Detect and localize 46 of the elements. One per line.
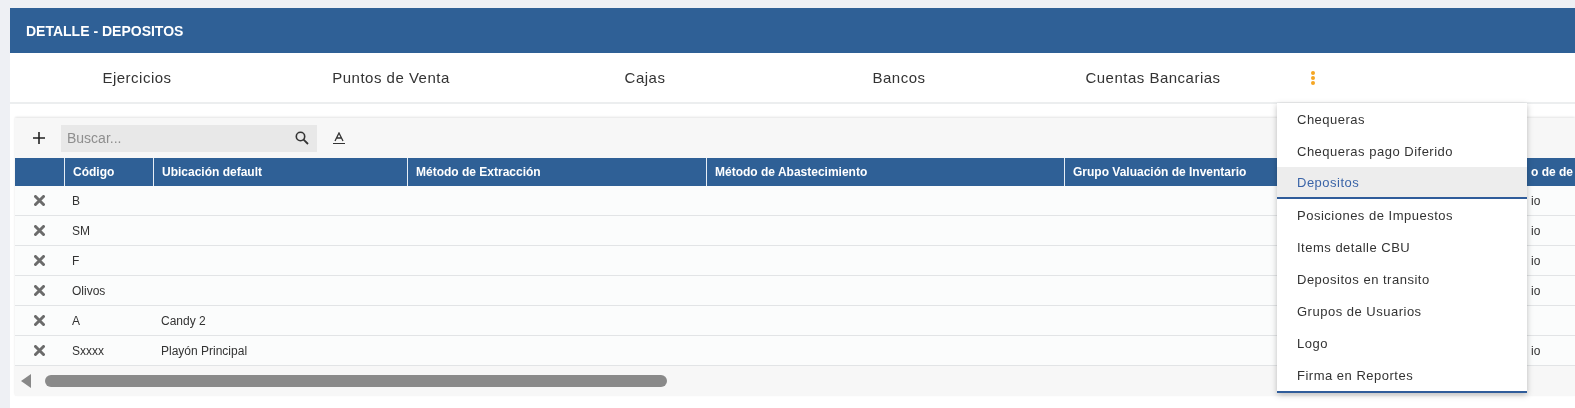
- menu-item[interactable]: Chequeras: [1277, 103, 1527, 135]
- tab[interactable]: Puntos de Venta: [264, 53, 518, 102]
- window-title: DETALLE - DEPOSITOS: [26, 22, 184, 39]
- table-cell: A: [72, 313, 80, 328]
- table-cell: Sxxxx: [72, 343, 104, 358]
- tab[interactable]: Cuentas Bancarias: [1026, 53, 1280, 102]
- table-cell: Playón Principal: [161, 343, 248, 358]
- tab[interactable]: Bancos: [772, 53, 1026, 102]
- add-icon[interactable]: [33, 132, 45, 144]
- menu-item[interactable]: Depositos: [1277, 167, 1527, 199]
- menu-item[interactable]: Posiciones de Impuestos: [1277, 199, 1527, 231]
- column-header: Código: [73, 165, 115, 179]
- scrollbar-thumb[interactable]: [45, 375, 667, 387]
- menu-item[interactable]: Chequeras pago Diferido: [1277, 135, 1527, 167]
- menu-item[interactable]: Items detalle CBU: [1277, 231, 1527, 263]
- column-header: Ubicación default: [162, 165, 262, 179]
- scroll-left-icon[interactable]: [21, 374, 31, 388]
- search-icon[interactable]: [289, 124, 317, 152]
- menu-item[interactable]: Grupos de Usuarios: [1277, 295, 1527, 327]
- delete-icon[interactable]: [34, 315, 45, 326]
- table-cell: Candy 2: [161, 313, 206, 328]
- search-field[interactable]: Buscar...: [61, 124, 291, 152]
- delete-icon[interactable]: [34, 195, 45, 206]
- table-cell: io: [1531, 283, 1541, 298]
- table-cell: io: [1531, 253, 1541, 268]
- menu-item[interactable]: Logo: [1277, 327, 1527, 359]
- table-cell: SM: [72, 223, 90, 238]
- column-header: o de de: [1531, 165, 1573, 179]
- menu-item[interactable]: Firma en Reportes: [1277, 359, 1527, 391]
- table-cell: F: [72, 253, 80, 268]
- delete-icon[interactable]: [34, 345, 45, 356]
- table-cell: io: [1531, 343, 1541, 358]
- table-cell: B: [72, 193, 80, 208]
- table-cell: Olivos: [72, 283, 106, 298]
- delete-icon[interactable]: [34, 285, 45, 296]
- table-cell: io: [1531, 223, 1541, 238]
- table-cell: io: [1531, 193, 1541, 208]
- column-header: Método de Extracción: [416, 165, 541, 179]
- column-header: Grupo Valuación de Inventario: [1073, 165, 1247, 179]
- tab[interactable]: Ejercicios: [10, 53, 264, 102]
- menu-item[interactable]: Depositos en transito: [1277, 263, 1527, 295]
- delete-icon[interactable]: [34, 255, 45, 266]
- column-header: Método de Abastecimiento: [715, 165, 868, 179]
- tab[interactable]: Cajas: [518, 53, 772, 102]
- text-format-icon[interactable]: [333, 132, 345, 144]
- delete-icon[interactable]: [34, 225, 45, 236]
